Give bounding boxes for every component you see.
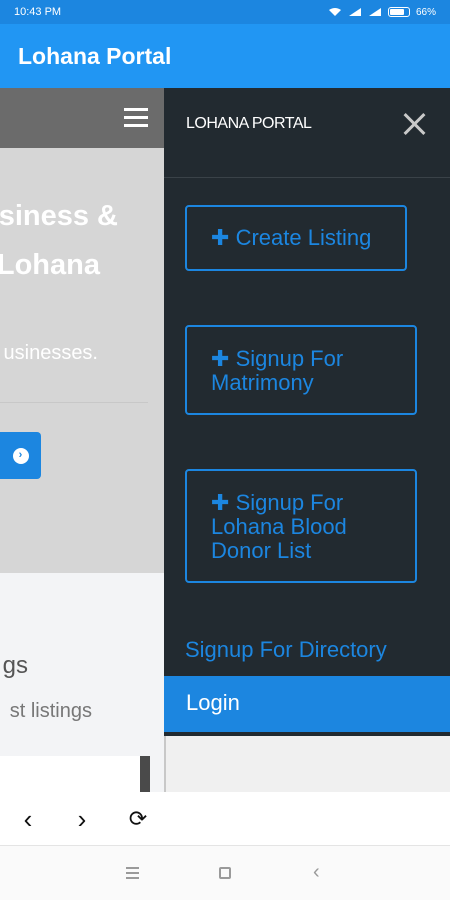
status-time: 10:43 PM — [14, 6, 62, 18]
drawer-title: LOHANA PORTAL — [186, 115, 312, 132]
recents-icon[interactable] — [126, 867, 139, 882]
wifi-icon — [328, 8, 341, 16]
web-page-behind-drawer: siness & Lohana usinesses. › gs st listi… — [0, 88, 164, 792]
home-icon[interactable] — [219, 867, 231, 879]
refresh-icon[interactable]: ⟳ — [126, 806, 150, 832]
close-icon[interactable] — [400, 110, 428, 138]
listings-heading: gs — [2, 652, 28, 679]
nav-drawer: LOHANA PORTAL ✚ Create Listing ✚ Signup … — [164, 88, 450, 736]
forward-arrow-icon[interactable]: › — [70, 806, 94, 832]
signal-icon — [348, 8, 361, 16]
status-icons: 66% — [328, 7, 436, 18]
signup-directory-link[interactable]: Signup For Directory — [185, 637, 387, 663]
login-button[interactable]: Login — [164, 676, 450, 732]
plus-icon: ✚ — [211, 490, 230, 515]
hero-heading-line1: siness & — [0, 200, 118, 232]
hamburger-menu-icon[interactable] — [124, 108, 148, 128]
signup-matrimony-label: Signup For Matrimony — [211, 346, 344, 395]
web-page-lower-area — [164, 736, 450, 792]
plus-icon: ✚ — [211, 346, 230, 371]
web-navbar — [0, 88, 164, 148]
signal-icon — [368, 8, 381, 16]
android-nav-bar: ‹ — [0, 846, 450, 900]
hero-section: siness & Lohana usinesses. › — [0, 148, 164, 573]
signup-blood-donor-label: Signup For Lohana Blood Donor List — [211, 490, 347, 563]
listing-card[interactable] — [0, 756, 150, 792]
create-listing-button[interactable]: ✚ Create Listing — [185, 205, 407, 271]
battery-icon — [387, 7, 410, 17]
listings-subtitle: st listings — [9, 700, 92, 722]
nav-back-icon[interactable]: ‹ — [313, 862, 325, 882]
back-arrow-icon[interactable]: ‹ — [16, 806, 40, 832]
hero-heading-line2: Lohana — [0, 249, 100, 281]
app-title: Lohana Portal — [18, 42, 172, 69]
plus-icon: ✚ — [211, 225, 230, 250]
login-label: Login — [186, 690, 240, 715]
hero-cta-button[interactable]: › — [0, 432, 41, 479]
signup-matrimony-button[interactable]: ✚ Signup For Matrimony — [185, 325, 417, 415]
create-listing-label: Create Listing — [235, 225, 372, 250]
app-bar: Lohana Portal — [0, 24, 450, 88]
hero-subtitle: usinesses. — [3, 342, 99, 364]
app-root: 10:43 PM 66% Lohana Portal siness & Loha… — [0, 0, 450, 900]
drawer-divider — [164, 177, 450, 178]
status-bar: 10:43 PM 66% — [0, 0, 450, 24]
chevron-right-circle-icon: › — [12, 447, 29, 464]
hero-divider — [0, 402, 148, 403]
battery-level: 66% — [415, 6, 436, 18]
signup-blood-donor-button[interactable]: ✚ Signup For Lohana Blood Donor List — [185, 469, 417, 583]
browser-toolbar: ‹ › ⟳ — [0, 792, 450, 846]
